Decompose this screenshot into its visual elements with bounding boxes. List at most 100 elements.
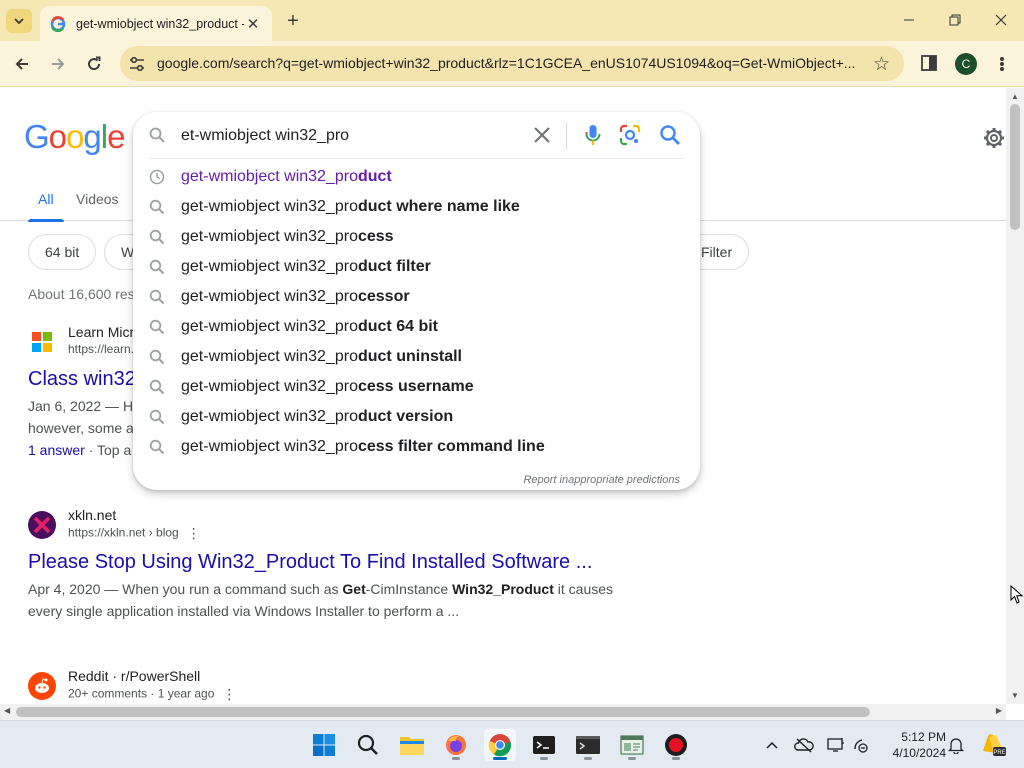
url-text[interactable]: google.com/search?q=get-wmiobject+win32_…	[157, 55, 857, 71]
settings-gear-icon[interactable]	[982, 126, 1006, 150]
minimize-button[interactable]	[894, 8, 924, 32]
taskbar-chrome[interactable]	[484, 729, 516, 761]
taskbar-app-window[interactable]	[616, 729, 648, 761]
suggestion-item[interactable]: get-wmiobject win32_process username	[133, 372, 700, 402]
arrow-left-icon	[15, 58, 28, 70]
suggestion-completion-part: cessor	[357, 288, 410, 305]
result-title-link[interactable]: Please Stop Using Win32_Product To Find …	[28, 551, 628, 574]
suggestion-item[interactable]: get-wmiobject win32_product uninstall	[133, 342, 700, 372]
active-tab[interactable]: get-wmiobject win32_product - ✕	[40, 6, 272, 41]
suggestion-list: get-wmiobject win32_product get-wmiobject…	[133, 162, 700, 462]
taskbar-terminal-app[interactable]	[528, 729, 560, 761]
app-window-icon	[620, 735, 644, 755]
suggestion-item[interactable]: get-wmiobject win32_product 64 bit	[133, 312, 700, 342]
site-name: Learn Micr	[68, 324, 135, 340]
chrome-menu-button[interactable]	[992, 53, 1012, 75]
suggestion-item[interactable]: get-wmiobject win32_process	[133, 222, 700, 252]
bookmark-star-icon[interactable]: ☆	[873, 53, 890, 76]
suggestion-item[interactable]: get-wmiobject win32_product where name l…	[133, 192, 700, 222]
suggestion-typed-part: get-wmiobject win32_pro	[181, 348, 358, 365]
search-icon	[357, 734, 378, 755]
address-bar[interactable]: google.com/search?q=get-wmiobject+win32_…	[120, 46, 904, 81]
display-icon[interactable]	[826, 735, 846, 755]
suggestion-text: get-wmiobject win32_process username	[181, 378, 474, 396]
report-predictions-link[interactable]: Report inappropriate predictions	[523, 474, 680, 486]
answers-link[interactable]: 1 answer	[28, 442, 85, 458]
scroll-left-arrow-icon[interactable]: ◀	[4, 706, 10, 715]
new-tab-button[interactable]: +	[282, 10, 304, 32]
xkln-logo-icon	[28, 511, 56, 539]
close-window-button[interactable]	[986, 8, 1016, 32]
divider	[149, 158, 684, 159]
scroll-up-arrow-icon[interactable]: ▲	[1011, 92, 1019, 101]
show-hidden-icons-chevron-icon[interactable]	[762, 735, 782, 755]
restore-button[interactable]	[940, 8, 970, 32]
forward-button[interactable]	[44, 50, 72, 78]
suggestion-typed-part: get-wmiobject win32_pro	[181, 408, 358, 425]
chip-64-bit[interactable]: 64 bit	[28, 234, 97, 270]
tab-strip: get-wmiobject win32_product - ✕ +	[0, 0, 1024, 41]
reload-icon	[88, 56, 101, 71]
scroll-down-arrow-icon[interactable]: ▼	[1011, 691, 1019, 700]
minimize-icon	[904, 19, 914, 21]
search-icon	[149, 349, 165, 365]
suggestion-item[interactable]: get-wmiobject win32_processor	[133, 282, 700, 312]
search-icon	[149, 199, 165, 215]
back-button[interactable]	[8, 50, 36, 78]
clock-date: 4/10/2024	[892, 746, 946, 760]
side-panel-icon[interactable]	[920, 54, 938, 72]
google-logo[interactable]: Google	[24, 118, 125, 156]
taskbar-clock[interactable]: 5:12 PM 4/10/2024	[880, 729, 946, 761]
onedrive-offline-icon[interactable]	[794, 735, 814, 755]
site-info-icon[interactable]	[128, 55, 146, 73]
more-options-icon[interactable]: ⋮	[222, 686, 236, 703]
scroll-right-arrow-icon[interactable]: ▶	[996, 706, 1002, 715]
suggestion-typed-part: get-wmiobject win32_pro	[181, 168, 358, 185]
horizontal-scrollbar[interactable]: ◀ ▶	[0, 704, 1006, 720]
tab-search-button[interactable]	[6, 9, 32, 33]
site-url: https://xkln.net › blog ⋮	[68, 525, 201, 542]
suggestion-text: get-wmiobject win32_product where name l…	[181, 198, 520, 216]
suggestion-completion-part: cess	[357, 228, 394, 245]
suggestion-item[interactable]: get-wmiobject win32_product	[133, 162, 700, 192]
divider	[566, 122, 567, 150]
voice-search-mic-icon[interactable]	[581, 123, 605, 147]
history-clock-icon	[149, 169, 165, 185]
windows-taskbar: 5:12 PM 4/10/2024 PRE	[0, 720, 1024, 768]
clear-search-icon[interactable]	[531, 124, 553, 146]
scrollbar-thumb[interactable]	[16, 707, 870, 717]
network-icon[interactable]	[852, 735, 872, 755]
suggestion-completion-part: cess username	[357, 378, 474, 395]
taskbar-search-button[interactable]	[352, 729, 384, 761]
notifications-bell-icon[interactable]	[946, 735, 966, 755]
tab-all[interactable]: All	[28, 191, 63, 222]
suggestion-completion-part: duct 64 bit	[357, 318, 438, 335]
close-tab-icon[interactable]: ✕	[244, 15, 262, 33]
scrollbar-thumb[interactable]	[1010, 104, 1020, 230]
search-submit-icon[interactable]	[659, 124, 681, 146]
suggestion-typed-part: get-wmiobject win32_pro	[181, 378, 358, 395]
vertical-scrollbar[interactable]: ▲ ▼	[1006, 88, 1024, 704]
start-button[interactable]	[308, 729, 340, 761]
google-lens-icon[interactable]	[619, 124, 641, 146]
suggestion-text: get-wmiobject win32_processor	[181, 288, 410, 306]
firefox-icon	[446, 735, 466, 755]
profile-avatar[interactable]: C	[955, 53, 977, 75]
search-result: Reddit · r/PowerShell 20+ comments · 1 y…	[28, 668, 628, 704]
taskbar-file-explorer[interactable]	[396, 729, 428, 761]
reload-button[interactable]	[80, 50, 108, 78]
suggestion-item[interactable]: get-wmiobject win32_product version	[133, 402, 700, 432]
command-prompt-icon	[576, 736, 600, 754]
suggestion-text: get-wmiobject win32_process filter comma…	[181, 438, 545, 456]
taskbar-firefox[interactable]	[440, 729, 472, 761]
taskbar-command-prompt[interactable]	[572, 729, 604, 761]
copilot-preview-icon[interactable]: PRE	[980, 731, 1006, 757]
suggestion-item[interactable]: get-wmiobject win32_process filter comma…	[133, 432, 700, 462]
site-url: https://learn.	[68, 342, 135, 356]
taskbar-recorder[interactable]	[660, 729, 692, 761]
search-box	[133, 112, 700, 158]
suggestion-item[interactable]: get-wmiobject win32_product filter	[133, 252, 700, 282]
more-options-icon[interactable]: ⋮	[187, 525, 201, 542]
search-input[interactable]	[181, 124, 521, 148]
tab-videos[interactable]: Videos	[76, 191, 119, 207]
